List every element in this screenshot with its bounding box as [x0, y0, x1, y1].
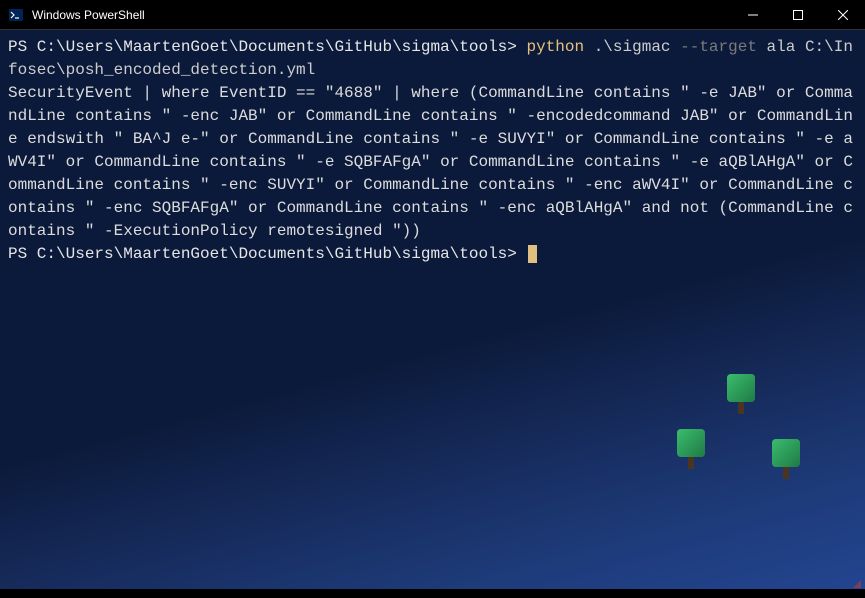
command-executable: python — [526, 38, 593, 56]
cursor — [528, 245, 537, 263]
command-flag: --target — [680, 38, 766, 56]
close-button[interactable] — [820, 0, 865, 30]
powershell-icon — [8, 7, 24, 23]
minimize-button[interactable] — [730, 0, 775, 30]
tree-icon — [770, 439, 802, 483]
tree-icon — [725, 374, 757, 418]
titlebar-left: Windows PowerShell — [8, 7, 145, 23]
prompt-text: PS C:\Users\MaartenGoet\Documents\GitHub… — [8, 245, 526, 263]
terminal-line: PS C:\Users\MaartenGoet\Documents\GitHub… — [8, 36, 857, 82]
terminal-content[interactable]: PS C:\Users\MaartenGoet\Documents\GitHub… — [0, 30, 865, 589]
window-controls — [730, 0, 865, 29]
command-script: .\sigmac — [594, 38, 680, 56]
prompt-text: PS C:\Users\MaartenGoet\Documents\GitHub… — [8, 38, 526, 56]
terminal-line: PS C:\Users\MaartenGoet\Documents\GitHub… — [8, 243, 857, 266]
background-trees — [630, 374, 810, 494]
maximize-button[interactable] — [775, 0, 820, 30]
scroll-indicator-icon[interactable] — [851, 575, 863, 587]
terminal-output: SecurityEvent | where EventID == "4688" … — [8, 82, 857, 243]
window-title: Windows PowerShell — [32, 8, 145, 22]
window-titlebar: Windows PowerShell — [0, 0, 865, 30]
tree-icon — [675, 429, 707, 473]
